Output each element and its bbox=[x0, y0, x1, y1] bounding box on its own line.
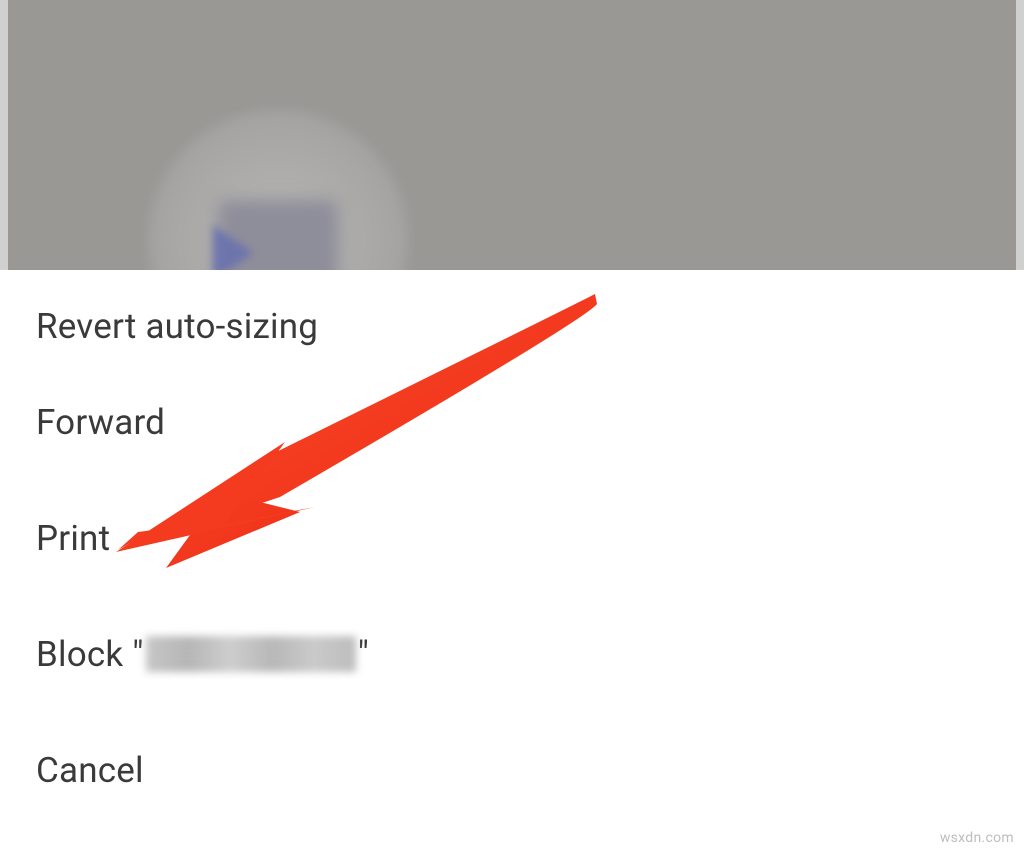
menu-item-cancel[interactable]: Cancel bbox=[0, 712, 1024, 828]
menu-item-label-suffix: " bbox=[358, 634, 369, 675]
menu-item-block-sender[interactable]: Block " " bbox=[0, 596, 1024, 712]
dimmed-background bbox=[0, 0, 1024, 270]
menu-item-label: Print bbox=[36, 518, 110, 559]
action-sheet: Revert auto-sizing Forward Print Block "… bbox=[0, 270, 1024, 852]
menu-item-print[interactable]: Print bbox=[0, 480, 1024, 596]
menu-item-forward[interactable]: Forward bbox=[0, 364, 1024, 480]
redacted-sender-name bbox=[146, 636, 356, 672]
menu-item-revert-auto-sizing[interactable]: Revert auto-sizing bbox=[0, 270, 1024, 364]
menu-item-label: Forward bbox=[36, 402, 165, 443]
menu-item-label: Revert auto-sizing bbox=[36, 306, 318, 347]
menu-item-label: Cancel bbox=[36, 750, 144, 791]
menu-item-label-prefix: Block " bbox=[36, 634, 144, 675]
watermark-text: wsxdn.com bbox=[940, 830, 1014, 846]
